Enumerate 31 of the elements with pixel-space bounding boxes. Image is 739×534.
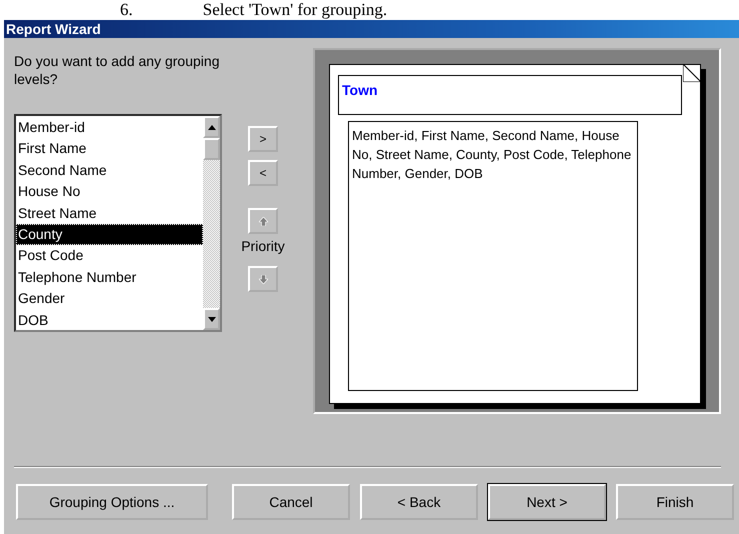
list-item[interactable]: Gender: [16, 288, 203, 310]
window-title: Report Wizard: [6, 21, 101, 37]
move-button[interactable]: >: [248, 126, 278, 152]
scrollbar[interactable]: [203, 116, 220, 330]
dialog-button[interactable]: Grouping Options ...: [16, 484, 208, 520]
scroll-up-icon: [208, 124, 216, 130]
list-item[interactable]: DOB: [16, 310, 203, 331]
scroll-down-icon: [208, 316, 216, 322]
priority-label: Priority: [241, 238, 285, 254]
up-arrow-icon: [258, 216, 268, 226]
list-item[interactable]: Post Code: [16, 245, 203, 267]
detail-text: Member-id, First Name, Second Name, House No, Street Name, County, Post Code, Telephone Number, Gender, DOB: [348, 121, 638, 391]
prompt-text: Do you want to add any grouping levels?: [14, 52, 220, 88]
step-number: 6.: [120, 0, 133, 20]
dialog-button[interactable]: Finish: [616, 484, 734, 520]
group-header: Town: [338, 75, 682, 115]
list-item[interactable]: County: [16, 224, 203, 246]
dialog-button[interactable]: Next >: [488, 484, 606, 520]
scroll-thumb[interactable]: [203, 138, 220, 160]
list-item[interactable]: Street Name: [16, 202, 203, 224]
field-list[interactable]: Member-id First Name Second Name House No Street Name County Post Code Telephone Number Gender DOB: [14, 114, 222, 332]
list-item[interactable]: Second Name: [16, 160, 203, 182]
caption-text: Select 'Town' for grouping.: [202, 0, 388, 20]
dialog-button[interactable]: < Back: [360, 484, 478, 520]
list-item[interactable]: House No: [16, 181, 203, 203]
list-item[interactable]: Member-id: [16, 117, 203, 138]
list-item[interactable]: Telephone Number: [16, 266, 203, 288]
down-arrow-icon: [258, 274, 268, 284]
move-button[interactable]: <: [248, 160, 278, 186]
list-item[interactable]: First Name: [16, 138, 203, 160]
dialog-button[interactable]: Cancel: [232, 484, 350, 520]
